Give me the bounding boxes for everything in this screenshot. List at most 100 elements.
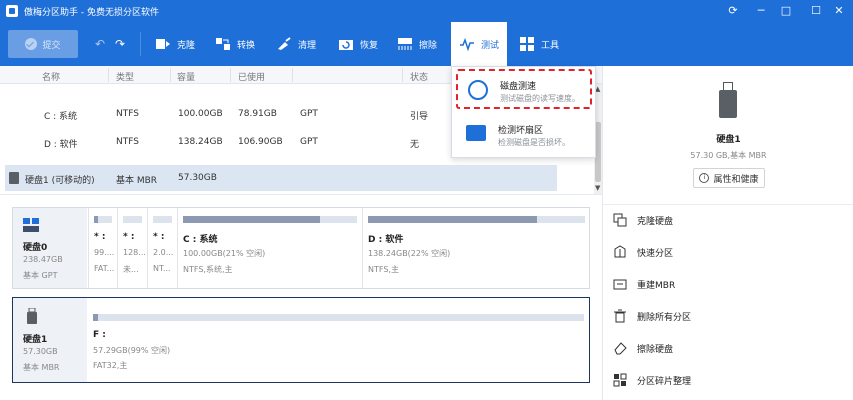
usb-cap (723, 82, 733, 90)
partition-name: F : (93, 330, 106, 340)
tool-cleanup[interactable]: 清理 (276, 30, 316, 58)
recover-icon (338, 37, 354, 51)
disk-type: 基本 GPT (23, 271, 58, 280)
menu-item-title: 检测坏扇区 (498, 126, 544, 136)
col-type[interactable]: 类型 (116, 70, 134, 83)
op-label: 删除所有分区 (637, 312, 692, 323)
eraser-icon (613, 341, 627, 355)
row-type: 基本 MBR (116, 176, 158, 186)
partition-block-d[interactable]: D : 软件 138.24GB(22% 空闲) NTFS,主 (362, 208, 590, 288)
cleanup-icon (276, 37, 292, 51)
partition-fs: 未... (123, 265, 139, 274)
usage-bar (368, 216, 585, 223)
partition-block-f[interactable]: F : 57.29GB(99% 空闲) FAT32,主 (88, 298, 589, 382)
properties-health-button[interactable]: i 属性和健康 (693, 168, 765, 188)
tools-icon (519, 37, 535, 51)
tool-test-label: 测试 (481, 40, 500, 51)
row-type: NTFS (116, 137, 139, 147)
app-logo (6, 5, 18, 17)
info-icon: i (699, 173, 710, 183)
maximize-icon[interactable]: ☐ (805, 3, 827, 19)
check-icon (25, 38, 38, 50)
col-capacity[interactable]: 容量 (177, 70, 195, 83)
tool-tools[interactable]: 工具 (519, 30, 559, 58)
close-icon[interactable]: ✕ (828, 3, 850, 19)
refresh-icon[interactable]: ⟳ (722, 3, 744, 19)
tool-clone-label: 克隆 (177, 40, 196, 51)
toolbar: 提交 ↶ ↷ 克隆 转换 清理 恢复 擦除 测试 工具 (0, 22, 853, 66)
op-label: 重建MBR (637, 280, 676, 291)
op-quick-partition[interactable]: 快速分区 (613, 241, 673, 263)
test-icon (459, 37, 475, 52)
tool-recover[interactable]: 恢复 (338, 30, 378, 58)
partition-fs: NTFS,主 (368, 265, 399, 274)
wipe-icon (397, 37, 413, 51)
defrag-icon (613, 373, 627, 387)
partition-free: 128... (123, 248, 145, 257)
commit-button[interactable]: 提交 (8, 30, 78, 58)
tool-wipe-label: 擦除 (419, 40, 438, 51)
usage-fill (93, 314, 98, 321)
tool-convert[interactable]: 转换 (215, 30, 255, 58)
row-capacity: 57.30GB (178, 173, 217, 183)
op-label: 擦除硬盘 (637, 344, 674, 355)
col-name[interactable]: 名称 (42, 70, 60, 83)
usb-body (719, 90, 737, 118)
op-label: 分区碎片整理 (637, 376, 692, 387)
op-wipe-disk[interactable]: 擦除硬盘 (613, 337, 673, 359)
disk-size: 238.47GB (23, 255, 63, 264)
col-used[interactable]: 已使用 (238, 70, 265, 83)
usb-drive-icon (719, 82, 737, 126)
partition-fs: FAT32,主 (93, 361, 128, 370)
menu-item-disk-speed[interactable]: 磁盘测速 测试磁盘的读写速度。 (456, 69, 592, 109)
tool-wipe[interactable]: 擦除 (397, 30, 437, 58)
rebuild-mbr-icon (613, 277, 627, 291)
tool-recover-label: 恢复 (360, 40, 379, 51)
tool-convert-label: 转换 (237, 40, 256, 51)
hard-disk-icon (23, 218, 39, 232)
window-title: 傲梅分区助手 - 免费无损分区软件 (24, 8, 159, 18)
minimize-icon[interactable]: ─ (750, 3, 772, 19)
disk-0-row[interactable]: 硬盘0 238.47GB 基本 GPT * : 99.... FAT... * … (12, 207, 590, 289)
partition-name: * : (94, 232, 106, 242)
op-clone-disk[interactable]: 克隆硬盘 (613, 209, 673, 231)
partition-block[interactable]: * : 99.... FAT... (88, 208, 117, 288)
convert-icon (215, 37, 231, 51)
usage-fill (368, 216, 538, 223)
row-name: D : 软件 (44, 140, 78, 150)
disk-1-info: 硬盘1 57.30GB 基本 MBR (13, 298, 87, 382)
commit-label: 提交 (42, 40, 61, 51)
quick-partition-icon (613, 245, 627, 259)
partition-block[interactable]: * : 2.0... NT... (147, 208, 177, 288)
tool-clone[interactable]: 克隆 (155, 30, 195, 58)
redo-icon[interactable]: ↷ (115, 37, 125, 51)
row-status: 引导 (410, 112, 429, 122)
col-status[interactable]: 状态 (410, 70, 428, 83)
partition-block[interactable]: * : 128... 未... (117, 208, 147, 288)
partition-free: 2.0... (153, 248, 174, 257)
tool-test[interactable]: 测试 (451, 22, 507, 66)
disk-1-row[interactable]: 硬盘1 57.30GB 基本 MBR F : 57.29GB(99% 空闲) F… (12, 297, 590, 383)
partition-name: * : (123, 232, 135, 242)
toolbar-divider (140, 32, 141, 56)
table-row-selected[interactable]: 硬盘1 (可移动的) 基本 MBR 57.30GB (5, 165, 557, 191)
scroll-down-icon[interactable]: ▼ (595, 184, 600, 192)
row-capacity: 100.00GB (178, 109, 223, 119)
restore-icon[interactable]: □ (775, 3, 797, 19)
op-rebuild-mbr[interactable]: 重建MBR (613, 273, 675, 295)
usage-bar (123, 216, 142, 223)
menu-item-bad-sector[interactable]: 检测坏扇区 检测磁盘是否损坏。 (456, 115, 592, 155)
op-delete-all-partitions[interactable]: 删除所有分区 (613, 305, 691, 327)
row-capacity: 138.24GB (178, 137, 223, 147)
disk-0-info: 硬盘0 238.47GB 基本 GPT (13, 208, 87, 288)
row-used: 78.91GB (238, 109, 277, 119)
op-defrag[interactable]: 分区碎片整理 (613, 369, 691, 391)
disk-name: 硬盘0 (23, 243, 48, 253)
title-bar: 傲梅分区助手 - 免费无损分区软件 ⟳ ─ □ ☐ ✕ (0, 0, 853, 22)
usb-drive-icon (27, 308, 37, 324)
undo-icon[interactable]: ↶ (95, 37, 105, 51)
partition-name: C : 系统 (183, 235, 218, 245)
usage-bar (93, 314, 584, 321)
partition-block-c[interactable]: C : 系统 100.00GB(21% 空闲) NTFS,系统,主 (177, 208, 362, 288)
usage-bar (94, 216, 112, 223)
